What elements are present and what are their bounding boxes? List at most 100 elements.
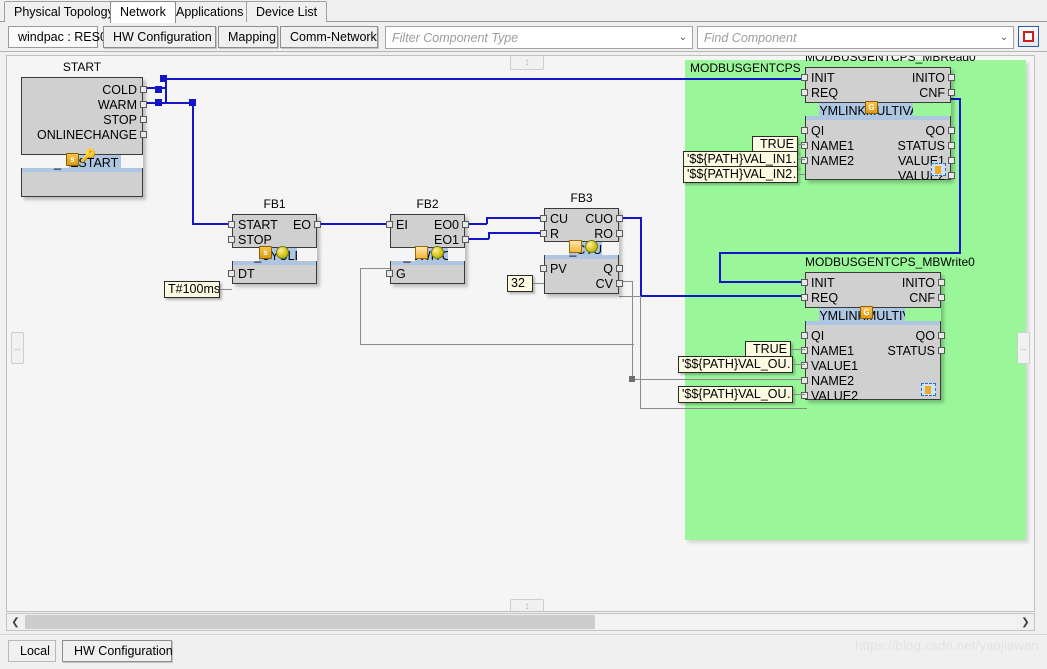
block-fb2-event-body[interactable]: EI EO0 EO1 (386, 214, 469, 248)
nub-mbread-status[interactable] (948, 142, 955, 149)
port-fb3-r[interactable]: R (550, 227, 559, 242)
nub-fb3-q[interactable] (616, 265, 623, 272)
port-mbread-init[interactable]: INIT (811, 71, 835, 86)
block-mbwrite[interactable]: MODBUSGENTCPS_MBWrite0 INIT REQ INITO CN… (801, 255, 975, 403)
block-mbread-event-body[interactable]: INIT REQ INITO CNF (801, 67, 955, 103)
port-fb1-eo[interactable]: EO (293, 218, 311, 233)
resource-tab-windpac-res0[interactable]: windpac : RES0 (8, 26, 107, 48)
stop-square-icon-button[interactable] (1018, 26, 1039, 47)
nub-fb1-start[interactable] (228, 221, 235, 228)
find-component-combo[interactable]: Find Component ⌄ (697, 26, 1014, 49)
button-mapping[interactable]: Mapping (218, 26, 278, 48)
tab-network[interactable]: Network (110, 1, 176, 23)
port-fb3-cu[interactable]: CU (550, 212, 568, 227)
port-mbwrite-name2[interactable]: NAME2 (811, 374, 854, 389)
nub-mbread-value1[interactable] (948, 157, 955, 164)
port-fb3-cuo[interactable]: CUO (585, 212, 613, 227)
port-mbread-status[interactable]: STATUS (898, 139, 945, 154)
nub-mbread-value2[interactable] (948, 172, 955, 179)
nub-mbread-cnf[interactable] (948, 89, 955, 96)
nub-fb1-eo[interactable] (314, 221, 321, 228)
block-mbwrite-data-body[interactable]: SYMLINKMULTIVARSRC QI NAME1 VALUE1 NAME2… (801, 308, 945, 403)
block-fb3[interactable]: FB3 CU R CUO RO E_CTU PV Q CV (540, 191, 623, 294)
port-mbwrite-qo[interactable]: QO (916, 329, 935, 344)
port-cold[interactable]: COLD (102, 83, 137, 98)
port-fb2-eo0[interactable]: EO0 (434, 218, 459, 233)
port-mbwrite-name1[interactable]: NAME1 (811, 344, 854, 359)
filter-component-type-combo[interactable]: Filter Component Type ⌄ (385, 26, 693, 49)
nub-fb3-cv[interactable] (616, 280, 623, 287)
nub-fb3-pv[interactable] (540, 265, 547, 272)
nub-mbwrite-cnf[interactable] (938, 294, 945, 301)
scroll-left-arrow[interactable]: ❮ (7, 614, 24, 630)
block-fb1[interactable]: FB1 START STOP EO s E_CYCLE DT (228, 197, 321, 284)
nub-fb2-ei[interactable] (386, 221, 393, 228)
block-fb3-event-body[interactable]: CU R CUO RO (540, 208, 623, 242)
block-e-restart-event-body[interactable]: COLD WARM STOP ONLINECHANGE (21, 77, 147, 155)
nub-mbwrite-status[interactable] (938, 347, 945, 354)
nub-mbwrite-init[interactable] (801, 279, 808, 286)
scroll-right-arrow[interactable]: ❯ (1017, 614, 1034, 630)
nub-mbwrite-name2[interactable] (801, 377, 808, 384)
splitter-handle-bottom[interactable]: ↕ (510, 599, 544, 611)
nub-mbread-qi[interactable] (801, 127, 808, 134)
selection-marker-icon-mbwrite[interactable] (921, 383, 936, 396)
nub-fb3-cu[interactable] (540, 215, 547, 222)
tab-physical-topology[interactable]: Physical Topology (4, 1, 124, 22)
splitter-handle-left[interactable]: ↔ (11, 332, 24, 364)
port-fb1-dt[interactable]: DT (238, 267, 255, 282)
button-hw-configuration[interactable]: HW Configuration (103, 26, 216, 48)
nub-mbread-req[interactable] (801, 89, 808, 96)
nub-mbwrite-inito[interactable] (938, 279, 945, 286)
chevron-down-icon[interactable]: ⌄ (674, 32, 692, 43)
port-mbread-qo[interactable]: QO (926, 124, 945, 139)
value-box-mbwrite-name2[interactable]: '$${PATH}VAL_OU… (678, 386, 793, 403)
nub-mbwrite-qi[interactable] (801, 332, 808, 339)
port-mbwrite-value2[interactable]: VALUE2 (811, 389, 858, 404)
block-mbwrite-event-body[interactable]: INIT REQ INITO CNF (801, 272, 945, 308)
port-mbread-name1[interactable]: NAME1 (811, 139, 854, 154)
splitter-handle-top[interactable]: ↕ (510, 56, 544, 70)
port-mbread-name2[interactable]: NAME2 (811, 154, 854, 169)
port-fb3-q[interactable]: Q (603, 262, 613, 277)
scroll-track[interactable] (595, 615, 1016, 629)
port-fb1-start[interactable]: START (238, 218, 278, 233)
port-mbread-cnf[interactable]: CNF (919, 86, 945, 101)
nub-fb1-dt[interactable] (228, 270, 235, 277)
block-e-restart[interactable]: START COLD WARM STOP ONLINECHANGE s 🔑 E_… (21, 60, 147, 197)
nub-mbread-inito[interactable] (948, 74, 955, 81)
nub-onlinechange[interactable] (140, 131, 147, 138)
port-warm[interactable]: WARM (98, 98, 137, 113)
nub-fb2-eo1[interactable] (462, 236, 469, 243)
port-onlinechange[interactable]: ONLINECHANGE (37, 128, 137, 143)
footer-button-hw-configuration[interactable]: HW Configuration (62, 640, 173, 662)
nub-fb1-stop[interactable] (228, 236, 235, 243)
chevron-down-icon-2[interactable]: ⌄ (995, 32, 1013, 43)
value-box-mbread-name2[interactable]: '$${PATH}VAL_IN2… (683, 166, 798, 183)
value-box-mbwrite-name1[interactable]: '$${PATH}VAL_OU… (678, 356, 793, 373)
port-fb3-cv[interactable]: CV (596, 277, 613, 292)
nub-fb3-ro[interactable] (616, 230, 623, 237)
splitter-handle-right[interactable]: ↔ (1017, 332, 1030, 364)
port-mbread-inito[interactable]: INITO (912, 71, 945, 86)
tab-device-list[interactable]: Device List (246, 1, 328, 22)
canvas-horizontal-scrollbar[interactable]: ❮ ❯ (6, 613, 1035, 631)
port-mbwrite-cnf[interactable]: CNF (909, 291, 935, 306)
port-mbread-qi[interactable]: QI (811, 124, 824, 139)
nub-fb2-eo0[interactable] (462, 221, 469, 228)
footer-button-local[interactable]: Local (8, 640, 56, 662)
nub-mbwrite-req[interactable] (801, 294, 808, 301)
port-fb3-pv[interactable]: PV (550, 262, 567, 277)
port-fb2-ei[interactable]: EI (396, 218, 408, 233)
nub-fb3-r[interactable] (540, 230, 547, 237)
network-diagram-canvas[interactable]: MODBUSGENTCPS START COLD WARM STOP ONLIN… (6, 55, 1035, 612)
port-mbwrite-init[interactable]: INIT (811, 276, 835, 291)
tab-applications[interactable]: Applications (166, 1, 254, 22)
port-fb2-g[interactable]: G (396, 267, 406, 282)
nub-mbwrite-qo[interactable] (938, 332, 945, 339)
nub-fb3-cuo[interactable] (616, 215, 623, 222)
nub-stop[interactable] (140, 116, 147, 123)
port-mbwrite-value1[interactable]: VALUE1 (811, 359, 858, 374)
nub-mbread-qo[interactable] (948, 127, 955, 134)
scroll-thumb[interactable] (25, 615, 595, 629)
